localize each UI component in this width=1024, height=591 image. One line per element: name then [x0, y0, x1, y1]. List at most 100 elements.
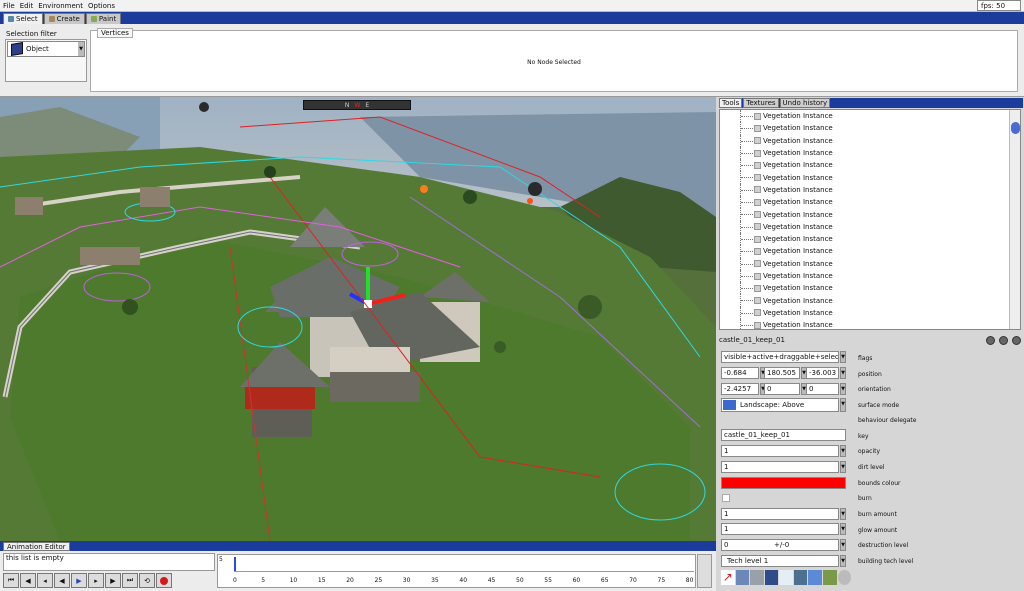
prev-key-icon[interactable]: ◀: [20, 573, 36, 588]
opacity-field[interactable]: 1: [721, 445, 839, 457]
tree-item-label: Vegetation Instance: [763, 185, 833, 194]
node-button-3[interactable]: [1012, 336, 1021, 345]
palette-swatch-4[interactable]: [779, 570, 793, 585]
timeline-scrollbar[interactable]: [697, 554, 712, 588]
tree-item[interactable]: Vegetation Instance: [720, 110, 1020, 123]
tree-item[interactable]: Vegetation Instance: [720, 220, 1020, 233]
tab-tools[interactable]: Tools: [719, 98, 743, 108]
chevron-down-icon[interactable]: ▼: [78, 42, 84, 56]
chevron-down-icon[interactable]: ▼: [840, 508, 846, 520]
tree-item[interactable]: Vegetation Instance: [720, 294, 1020, 307]
chevron-down-icon[interactable]: ▼: [840, 555, 846, 567]
tab-animation-editor[interactable]: Animation Editor: [3, 542, 70, 551]
tree-item[interactable]: Vegetation Instance: [720, 171, 1020, 184]
tree-item[interactable]: Vegetation Instance: [720, 245, 1020, 258]
tree-item[interactable]: Vegetation Instance: [720, 146, 1020, 160]
tree-item[interactable]: Vegetation Instance: [720, 159, 1020, 172]
node-button-1[interactable]: [986, 336, 995, 345]
tree-item[interactable]: Vegetation Instance: [720, 269, 1020, 283]
glow-amount-field[interactable]: 1: [721, 523, 839, 535]
orientation-z-field[interactable]: 0: [806, 383, 839, 395]
chevron-down-icon[interactable]: ▼: [840, 461, 846, 473]
tree-item[interactable]: Vegetation Instance: [720, 208, 1020, 221]
tree-connector: [740, 183, 754, 197]
tab-vertices[interactable]: Vertices: [97, 28, 133, 38]
scene-tree: Vegetation Instance Vegetation Instance Ve…: [719, 109, 1021, 330]
scroll-thumb[interactable]: [1011, 122, 1020, 134]
chevron-down-icon[interactable]: ▼: [840, 367, 846, 379]
next-key-icon[interactable]: ▶: [105, 573, 121, 588]
chevron-down-icon[interactable]: ▼: [840, 523, 846, 535]
destruction-level-field[interactable]: 0 +/-0: [721, 539, 839, 551]
loop-icon[interactable]: ⟲: [139, 573, 155, 588]
tree-item[interactable]: Vegetation Instance: [720, 306, 1020, 320]
palette-swatch-2[interactable]: [750, 570, 764, 585]
tree-item[interactable]: Vegetation Instance: [720, 134, 1020, 147]
palette-swatch-3[interactable]: [764, 570, 779, 585]
globe-icon[interactable]: [837, 570, 852, 585]
timeline-tick: 30: [402, 577, 411, 584]
last-frame-icon[interactable]: ⏭: [122, 573, 138, 588]
surface-mode-dropdown[interactable]: Landscape: Above: [721, 398, 839, 412]
timeline[interactable]: 5 0 5 10 15 20 25 30 35 40 45 50 55 60 65 70 75 80: [217, 554, 696, 588]
scene-viewport[interactable]: [0, 97, 716, 541]
tab-select[interactable]: Select: [3, 13, 43, 24]
burn-amount-field[interactable]: 1: [721, 508, 839, 520]
prev-frame-icon[interactable]: ◂: [37, 573, 53, 588]
node-button-2[interactable]: [999, 336, 1008, 345]
menu-file[interactable]: File: [3, 2, 15, 10]
menu-environment[interactable]: Environment: [38, 2, 83, 10]
position-y-field[interactable]: 180.505: [764, 367, 800, 379]
view-button-w[interactable]: W: [354, 102, 360, 109]
tree-item-label: Vegetation Instance: [763, 112, 833, 121]
chevron-down-icon[interactable]: ▼: [840, 383, 846, 395]
record-icon[interactable]: [156, 573, 172, 588]
tab-create[interactable]: Create: [43, 13, 85, 24]
palette-swatch-7[interactable]: [822, 570, 837, 585]
tab-paint[interactable]: Paint: [85, 13, 122, 24]
tree-item[interactable]: Vegetation Instance: [720, 257, 1020, 270]
playhead[interactable]: [234, 557, 236, 571]
tree-item[interactable]: Vegetation Instance: [720, 232, 1020, 246]
chevron-down-icon[interactable]: ▼: [840, 351, 846, 363]
paint-tool-icon[interactable]: ↗: [721, 570, 735, 585]
chevron-down-icon[interactable]: ▼: [840, 445, 846, 457]
play-back-icon[interactable]: ◀: [54, 573, 70, 588]
tree-item[interactable]: Vegetation Instance: [720, 319, 1020, 329]
tab-textures[interactable]: Textures: [743, 98, 779, 108]
bounds-colour-swatch[interactable]: [721, 477, 846, 489]
tab-undo-history[interactable]: Undo history: [779, 98, 831, 108]
menu-edit[interactable]: Edit: [20, 2, 34, 10]
palette-swatch-5[interactable]: [793, 570, 808, 585]
tree-item[interactable]: Vegetation Instance: [720, 122, 1020, 135]
position-x-field[interactable]: -0.684: [721, 367, 759, 379]
palette-swatch-6[interactable]: [808, 570, 822, 585]
position-z-field[interactable]: -36.003: [806, 367, 839, 379]
timeline-tick: 15: [317, 577, 326, 584]
view-button-n[interactable]: N: [345, 102, 350, 109]
palette-swatch-1[interactable]: [735, 570, 750, 585]
vegetation-icon: [754, 124, 761, 132]
tech-level-dropdown[interactable]: Tech level 1: [721, 555, 839, 567]
view-button-e[interactable]: E: [365, 102, 369, 109]
chevron-down-icon[interactable]: ▼: [840, 398, 846, 412]
orientation-y-field[interactable]: 0: [764, 383, 800, 395]
timeline-row-label: 5: [219, 556, 223, 563]
first-frame-icon[interactable]: ⏮: [3, 573, 19, 588]
flags-field[interactable]: visible+active+draggable+selectable+: [721, 351, 839, 363]
tree-item-label: Vegetation Instance: [763, 198, 833, 207]
selection-filter-dropdown[interactable]: Object ▼: [7, 41, 85, 57]
orientation-x-field[interactable]: -2.4257: [721, 383, 759, 395]
tree-scrollbar[interactable]: [1009, 110, 1020, 329]
chevron-down-icon[interactable]: ▼: [840, 539, 846, 551]
key-field[interactable]: castle_01_keep_01: [721, 429, 846, 441]
animation-list[interactable]: this list is empty: [3, 553, 215, 571]
tree-item[interactable]: Vegetation Instance: [720, 183, 1020, 197]
play-icon[interactable]: ▶: [71, 573, 87, 588]
dirt-level-field[interactable]: 1: [721, 461, 839, 473]
tree-item[interactable]: Vegetation Instance: [720, 282, 1020, 295]
burn-checkbox[interactable]: [722, 494, 730, 502]
next-frame-icon[interactable]: ▸: [88, 573, 104, 588]
tree-item[interactable]: Vegetation Instance: [720, 196, 1020, 209]
menu-options[interactable]: Options: [88, 2, 115, 10]
